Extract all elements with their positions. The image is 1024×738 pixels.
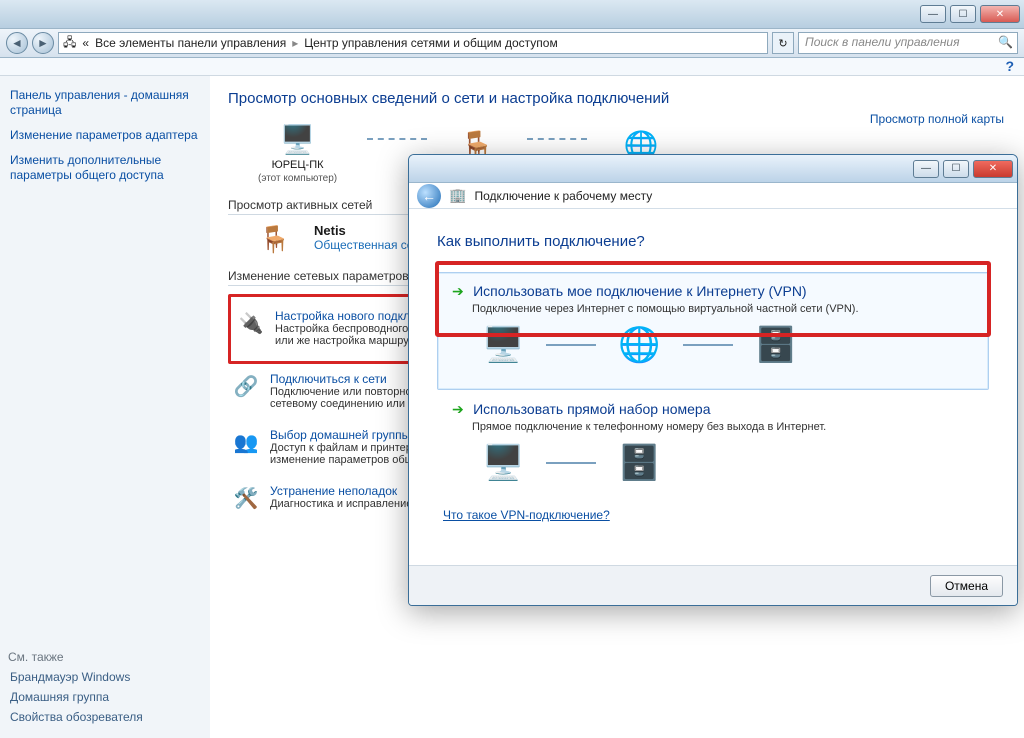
computer-icon: 🖥️	[278, 121, 318, 157]
address-bar: ◄ ► 🖧 « Все элементы панели управления ▸…	[0, 28, 1024, 58]
computer-icon: 🖥️	[482, 325, 524, 365]
wizard-titlebar: — ☐ ✕	[409, 155, 1017, 183]
option-desc: Прямое подключение к телефонному номеру …	[472, 421, 974, 433]
link-line-2	[527, 138, 587, 140]
main-window-controls: — ☐ ✕	[0, 0, 1024, 28]
breadcrumb[interactable]: 🖧 « Все элементы панели управления ▸ Цен…	[58, 32, 768, 54]
help-strip: ?	[0, 58, 1024, 76]
what-is-vpn-link[interactable]: Что такое VPN-подключение?	[443, 508, 989, 522]
server-icon: 🗄️	[755, 325, 797, 365]
arrow-right-icon: ➔	[452, 283, 464, 299]
homegroup-icon: 👥	[232, 428, 260, 456]
refresh-button[interactable]: ↻	[772, 32, 794, 54]
connect-icon: 🔗	[232, 372, 260, 400]
view-full-map-link[interactable]: Просмотр полной карты	[870, 112, 1004, 126]
see-also-homegroup[interactable]: Домашняя группа	[10, 690, 200, 704]
wizard-body: Как выполнить подключение? ➔ Использоват…	[409, 209, 1017, 532]
wizard-question: Как выполнить подключение?	[437, 233, 989, 250]
arrow-right-icon: ➔	[452, 401, 464, 417]
wizard-footer: Отмена	[409, 565, 1017, 605]
breadcrumb-item-2[interactable]: Центр управления сетями и общим доступом	[304, 36, 558, 50]
see-also-internet-options[interactable]: Свойства обозревателя	[10, 710, 200, 724]
breadcrumb-prefix: «	[82, 36, 89, 50]
node-this-pc: 🖥️ ЮРЕЦ-ПК (этот компьютер)	[258, 121, 337, 184]
new-connection-icon: 🔌	[237, 309, 265, 337]
help-icon[interactable]: ?	[1005, 58, 1014, 75]
wizard-title: Подключение к рабочему месту	[474, 189, 652, 203]
cancel-button[interactable]: Отмена	[930, 575, 1003, 597]
line-icon	[546, 344, 596, 346]
search-icon: 🔍	[998, 35, 1013, 49]
troubleshoot-icon: 🛠️	[232, 484, 260, 512]
close-button[interactable]: ✕	[980, 5, 1020, 23]
option-title: Использовать мое подключение к Интернету…	[473, 283, 807, 299]
link-line-1	[367, 138, 427, 140]
maximize-button[interactable]: ☐	[950, 5, 976, 23]
control-panel-icon: 🖧	[63, 33, 76, 54]
computer-icon: 🖥️	[482, 443, 524, 483]
option-use-vpn[interactable]: ➔ Использовать мое подключение к Интерне…	[437, 272, 989, 390]
node-pc-label: ЮРЕЦ-ПК	[272, 159, 324, 171]
wizard-close-button[interactable]: ✕	[973, 160, 1013, 178]
wizard-minimize-button[interactable]: —	[913, 160, 939, 178]
line-icon	[683, 344, 733, 346]
page-title: Просмотр основных сведений о сети и наст…	[228, 90, 1006, 107]
option-title: Использовать прямой набор номера	[473, 401, 710, 417]
line-icon	[546, 462, 596, 464]
minimize-button[interactable]: —	[920, 5, 946, 23]
nav-forward-button[interactable]: ►	[32, 32, 54, 54]
vpn-diagram: 🖥️ 🌐 🗄️	[482, 325, 974, 365]
see-also-firewall[interactable]: Брандмауэр Windows	[10, 670, 200, 684]
wizard-maximize-button[interactable]: ☐	[943, 160, 969, 178]
option-dial-direct[interactable]: ➔ Использовать прямой набор номера Прямо…	[437, 390, 989, 508]
dial-diagram: 🖥️ 🗄️	[482, 443, 974, 483]
chevron-right-icon: ▸	[292, 36, 298, 50]
sidebar-link-sharing[interactable]: Изменить дополнительные параметры общего…	[10, 153, 200, 183]
bench-icon: 🪑	[254, 223, 296, 255]
sidebar: Панель управления - домашняя страница Из…	[0, 76, 210, 738]
wizard-back-button[interactable]: ←	[417, 184, 441, 208]
search-placeholder: Поиск в панели управления	[805, 35, 960, 49]
sidebar-link-home[interactable]: Панель управления - домашняя страница	[10, 88, 200, 118]
nav-back-button[interactable]: ◄	[6, 32, 28, 54]
search-input[interactable]: Поиск в панели управления 🔍	[798, 32, 1018, 54]
see-also-header: См. также	[8, 650, 202, 664]
globe-icon: 🌐	[618, 325, 660, 365]
connect-workplace-wizard: — ☐ ✕ ← 🏢 Подключение к рабочему месту К…	[408, 154, 1018, 606]
node-pc-sublabel: (этот компьютер)	[258, 173, 337, 184]
sidebar-link-adapter[interactable]: Изменение параметров адаптера	[10, 128, 200, 143]
option-desc: Подключение через Интернет с помощью вир…	[472, 303, 974, 315]
server-icon: 🗄️	[618, 443, 660, 483]
building-icon: 🏢	[449, 187, 466, 204]
breadcrumb-item-1[interactable]: Все элементы панели управления	[95, 36, 286, 50]
wizard-header: ← 🏢 Подключение к рабочему месту	[409, 183, 1017, 209]
